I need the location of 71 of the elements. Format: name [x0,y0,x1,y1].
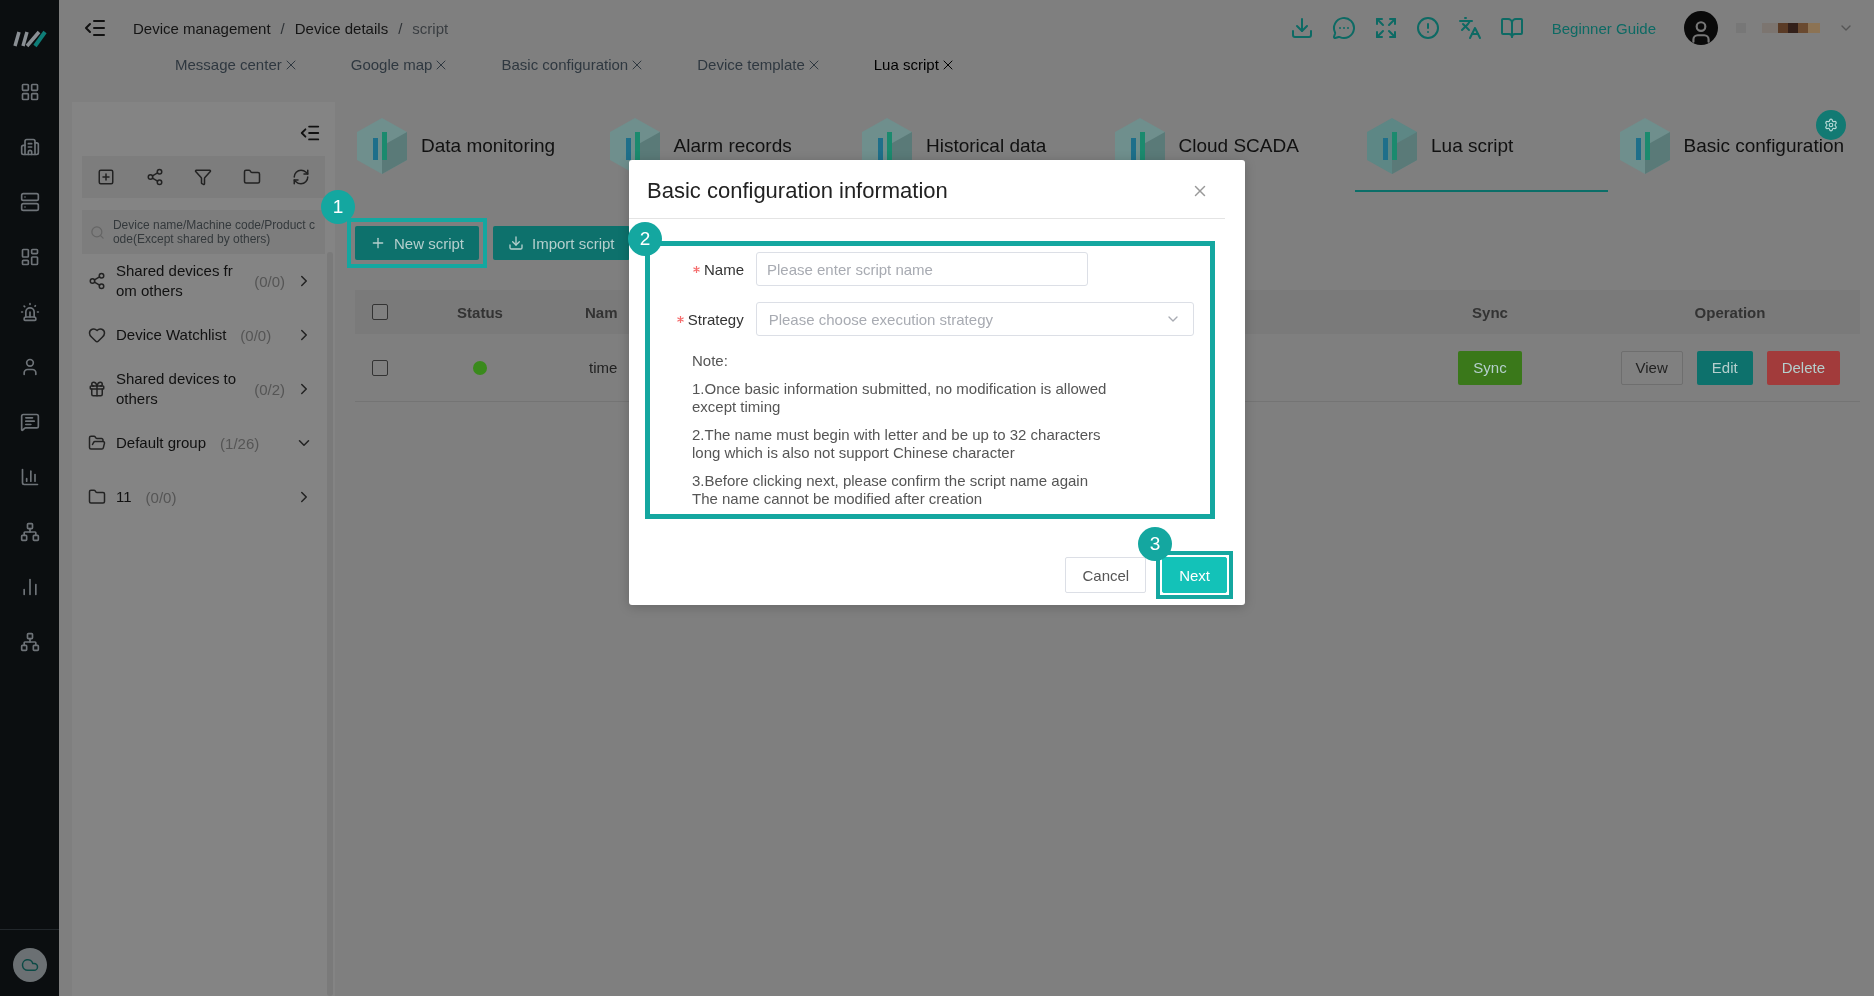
message-icon[interactable] [19,412,40,432]
add-icon[interactable] [97,168,116,186]
page-tab[interactable]: Message center [175,56,299,73]
edit-button[interactable]: Edit [1696,350,1753,385]
refresh-icon[interactable] [291,168,310,186]
note-text: 2.The name must begin with letter and be up to 32 characters long which is also not support Chinese character [692,426,1102,462]
name-input[interactable]: Please enter script name [756,252,1088,286]
cloud-button[interactable] [12,948,47,982]
share-icon[interactable] [145,168,164,186]
page-tab[interactable]: Basic configuration [501,56,646,73]
folder-icon[interactable] [243,168,262,186]
search-icon [90,224,105,240]
delete-button[interactable]: Delete [1766,350,1840,385]
dashboard-icon[interactable] [19,247,40,267]
note-text: 1.Once basic information submitted, no modification is allowed except timing [692,380,1108,416]
breadcrumb-item[interactable]: Device details [294,19,389,37]
network-icon[interactable] [19,632,40,652]
feature-tab[interactable]: Basic configuration [1607,102,1860,192]
strategy-select[interactable]: Please choose execution strategy [755,302,1194,336]
gear-icon [1824,118,1838,132]
cube-icon [355,116,409,176]
column-header: Nam [585,303,618,321]
avatar[interactable] [1684,11,1718,45]
download-icon [508,235,524,251]
cube-icon [1365,116,1419,176]
dialog-title: Basic configuration information [647,178,948,204]
cube-icon [1617,116,1672,176]
sync-button[interactable]: Sync [1458,350,1522,385]
field-label: Name [664,260,744,278]
note-title: Note: [692,352,729,370]
step-badge: 2 [628,222,662,256]
search-field[interactable]: Device name/Machine code/Product code(Except shared by others) [82,210,325,254]
new-script-button[interactable]: New script [355,226,479,260]
siren-icon[interactable] [19,302,40,322]
share-icon [88,272,106,290]
checkbox[interactable] [372,304,388,320]
column-header: Operation [1694,303,1766,321]
breadcrumb-separator: / [398,19,403,37]
page-tab[interactable]: Device template [697,56,822,73]
import-script-button[interactable]: Import script [493,226,630,260]
field-label: Strategy [664,310,744,328]
filter-icon[interactable] [194,168,213,186]
step-badge: 1 [321,190,355,224]
network-icon[interactable] [19,522,40,542]
breadcrumb-item: script [412,19,449,37]
checkbox[interactable] [372,359,388,376]
breadcrumb-item[interactable]: Device management [133,19,271,37]
page-tab[interactable]: Lua script [873,56,956,73]
folder-icon [88,488,106,506]
cancel-button[interactable]: Cancel [1065,557,1147,593]
feature-tab[interactable]: Lua script [1355,102,1608,192]
note-text: 3.Before clicking next, please confirm the script name again The name cannot be modified after creation [692,472,1090,508]
plus-icon [370,235,386,251]
gift-icon [88,380,106,398]
building-icon[interactable] [19,137,40,157]
cloud-icon [20,956,39,974]
table-cell: time [589,359,618,376]
grid-icon[interactable] [19,82,40,102]
column-header: Sync [1472,303,1508,321]
bar-chart-icon[interactable] [19,467,40,487]
feature-tab[interactable]: Data monitoring [345,102,598,192]
logo [12,28,47,48]
folder-icon [88,434,106,452]
settings-button[interactable] [1816,110,1846,140]
view-button[interactable]: View [1620,350,1683,385]
server-icon[interactable] [19,192,40,212]
breadcrumb-separator: / [280,19,285,37]
column-header: Status [457,303,503,321]
page-tab[interactable]: Google map [350,56,450,73]
heart-icon [88,326,106,344]
step-badge: 3 [1138,527,1173,561]
